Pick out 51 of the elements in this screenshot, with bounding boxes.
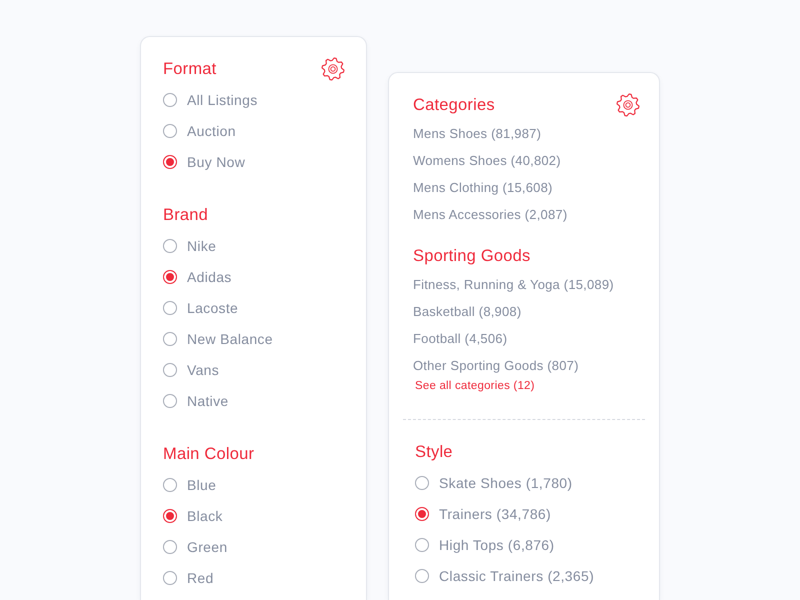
radio-button[interactable]	[415, 476, 429, 490]
option-label[interactable]: Black	[187, 506, 223, 526]
section-title: Sporting Goods	[413, 246, 530, 266]
option-label[interactable]: Trainers (34,786)	[439, 504, 551, 524]
radio-button[interactable]	[415, 538, 429, 552]
category-link[interactable]: Other Sporting Goods (807)	[413, 356, 579, 376]
radio-button[interactable]	[415, 569, 429, 583]
radio-button[interactable]	[163, 270, 177, 284]
option-label[interactable]: Vans	[187, 360, 220, 380]
section-title: Style	[415, 442, 453, 462]
option-label[interactable]: Classic Trainers (2,365)	[439, 566, 594, 586]
category-link[interactable]: Basketball (8,908)	[413, 302, 522, 322]
radio-button[interactable]	[163, 155, 177, 169]
section-title: Brand	[163, 205, 208, 225]
section-title: Format	[163, 59, 216, 79]
radio-button[interactable]	[163, 332, 177, 346]
option-label[interactable]: Adidas	[187, 267, 232, 287]
option-label[interactable]: Red	[187, 568, 214, 588]
category-link[interactable]: Mens Accessories (2,087)	[413, 205, 568, 225]
section-title: Categories	[413, 95, 495, 115]
see-all-link[interactable]: See all categories (12)	[415, 379, 640, 393]
option-label[interactable]: Auction	[187, 121, 236, 141]
radio-button[interactable]	[163, 394, 177, 408]
radio-button[interactable]	[163, 124, 177, 138]
radio-button[interactable]	[163, 571, 177, 585]
category-link[interactable]: Fitness, Running & Yoga (15,089)	[413, 275, 614, 295]
radio-button[interactable]	[163, 509, 177, 523]
radio-button[interactable]	[163, 363, 177, 377]
radio-button[interactable]	[163, 239, 177, 253]
option-label[interactable]: Lacoste	[187, 298, 238, 318]
option-label[interactable]: High Tops (6,876)	[439, 535, 554, 555]
settings-icon[interactable]	[616, 93, 640, 117]
category-link[interactable]: Football (4,506)	[413, 329, 508, 349]
category-link[interactable]: Mens Clothing (15,608)	[413, 178, 553, 198]
option-label[interactable]: Skate Shoes (1,780)	[439, 473, 572, 493]
settings-icon[interactable]	[321, 57, 345, 81]
section-title: Main Colour	[163, 444, 254, 464]
option-label[interactable]: Buy Now	[187, 152, 246, 172]
option-label[interactable]: Nike	[187, 236, 216, 256]
radio-button[interactable]	[163, 478, 177, 492]
radio-button[interactable]	[163, 93, 177, 107]
option-label[interactable]: Native	[187, 391, 228, 411]
category-link[interactable]: Mens Shoes (81,987)	[413, 124, 542, 144]
option-label[interactable]: Green	[187, 537, 228, 557]
radio-button[interactable]	[163, 540, 177, 554]
category-link[interactable]: Womens Shoes (40,802)	[413, 151, 561, 171]
option-label[interactable]: Blue	[187, 475, 216, 495]
option-label[interactable]: New Balance	[187, 329, 273, 349]
radio-button[interactable]	[163, 301, 177, 315]
radio-button[interactable]	[415, 507, 429, 521]
option-label[interactable]: All Listings	[187, 90, 258, 110]
